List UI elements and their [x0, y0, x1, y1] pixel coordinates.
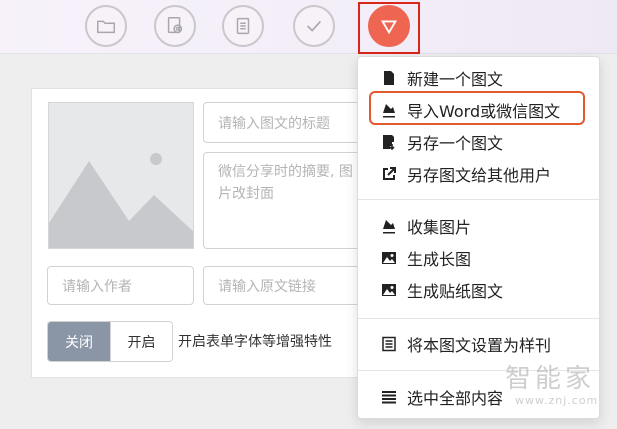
file-icon	[384, 71, 394, 85]
watermark: 智能家 www.znj.com	[505, 364, 598, 407]
clipboard-icon	[236, 17, 250, 35]
menu-item-new-article[interactable]: 新建一个图文	[358, 62, 601, 94]
select-all-icon	[382, 391, 396, 404]
menu-item-sticker-article[interactable]: 生成贴纸图文	[358, 274, 601, 306]
source-url-input[interactable]: 请输入原文链接	[203, 266, 373, 305]
menu-item-label: 另存图文给其他用户	[407, 166, 552, 185]
enhance-toggle: 关闭 开启	[47, 321, 173, 362]
menu-item-label: 收集图片	[407, 218, 472, 237]
collect-link-button[interactable]	[154, 5, 196, 47]
toggle-description: 开启表单字体等增强特性	[178, 334, 332, 350]
summary-textarea[interactable]: 微信分享时的摘要, 图片改封面	[203, 152, 373, 249]
menu-item-collect-images[interactable]: 收集图片	[358, 210, 601, 242]
clipboard-button[interactable]	[222, 5, 264, 47]
image-icon	[382, 284, 396, 296]
list-icon	[382, 336, 396, 352]
save-as-icon	[383, 135, 395, 150]
menu-item-label: 生成贴纸图文	[407, 282, 504, 301]
menu-item-label: 将本图文设置为样刊	[407, 336, 552, 355]
dropdown-triangle-icon	[380, 20, 398, 35]
menu-item-label: 选中全部内容	[407, 389, 504, 408]
source-url-placeholder: 请输入原文链接	[218, 278, 316, 295]
check-button[interactable]	[293, 5, 335, 47]
menu-divider	[358, 199, 599, 200]
toggle-on-button[interactable]: 开启	[110, 322, 172, 361]
top-toolbar	[0, 0, 617, 54]
folder-icon	[97, 20, 115, 34]
toggle-off-button[interactable]: 关闭	[48, 322, 110, 361]
import-item-highlight-box	[369, 91, 585, 125]
collect-link-icon	[167, 17, 183, 34]
watermark-url: www.znj.com	[515, 394, 599, 407]
menu-item-save-for-user[interactable]: 另存图文给其他用户	[358, 158, 601, 190]
title-input[interactable]: 请输入图文的标题	[203, 102, 373, 143]
share-icon	[383, 167, 396, 180]
title-placeholder: 请输入图文的标题	[218, 115, 330, 132]
menu-item-save-as[interactable]: 另存一个图文	[358, 126, 601, 158]
menu-item-long-image[interactable]: 生成长图	[358, 242, 601, 274]
author-input[interactable]: 请输入作者	[47, 266, 194, 305]
menu-item-set-sample[interactable]: 将本图文设置为样刊	[358, 328, 601, 360]
check-icon	[306, 20, 322, 32]
menu-item-label: 生成长图	[407, 250, 472, 269]
collect-image-icon	[383, 220, 395, 234]
image-placeholder-icon	[49, 153, 193, 248]
folder-button[interactable]	[85, 5, 127, 47]
cover-image-placeholder[interactable]	[48, 102, 194, 249]
menu-item-label: 新建一个图文	[407, 70, 504, 89]
summary-placeholder: 微信分享时的摘要, 图片改封面	[218, 164, 353, 202]
more-menu-button[interactable]	[368, 5, 410, 47]
menu-divider	[358, 318, 599, 319]
author-placeholder: 请输入作者	[62, 278, 132, 295]
menu-item-label: 另存一个图文	[407, 134, 504, 153]
watermark-title: 智能家	[505, 364, 596, 394]
image-icon	[382, 252, 396, 264]
